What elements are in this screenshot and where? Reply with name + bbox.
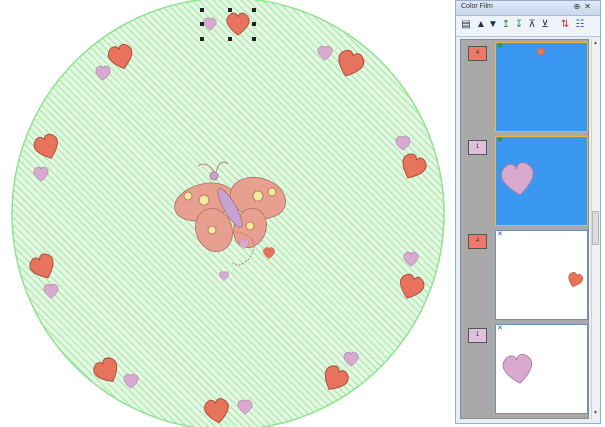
thread-color-swatch[interactable]: 4 (468, 234, 487, 249)
panel-window-buttons: ⊕✕ (574, 2, 595, 11)
film-scrollbar[interactable]: ▲ ▼ (591, 39, 599, 419)
frame-thumbnail[interactable]: ✱ (495, 42, 588, 132)
thread-color-swatch[interactable]: 4 (468, 46, 487, 61)
film-options-icon[interactable]: ▤ (460, 19, 472, 31)
hidden-icon[interactable]: ✕ (497, 231, 503, 238)
color-film-toolbar: ▤ ▲ ▼ ↥ ↧ ⊼ ⊻ ⇅ ☷ (456, 16, 600, 37)
move-down-icon[interactable]: ▼ (487, 19, 499, 31)
frame-thumbnail[interactable]: ✱ (495, 136, 588, 226)
thread-color-swatch[interactable]: 1 (468, 140, 487, 155)
visible-icon[interactable]: ✱ (497, 43, 503, 50)
move-to-bottom-icon[interactable]: ↧ (513, 19, 525, 31)
design-canvas[interactable] (0, 0, 450, 427)
panel-title-bar[interactable]: Color Film ⊕✕ (456, 1, 600, 16)
sort-colors-icon[interactable]: ⇅ (559, 19, 571, 31)
move-last-icon[interactable]: ⊻ (539, 19, 551, 31)
thread-color-swatch[interactable]: 1 (468, 328, 487, 343)
visible-icon[interactable]: ✱ (497, 137, 503, 144)
scroll-up-icon[interactable]: ▲ (592, 40, 599, 48)
film-frame[interactable]: 4 ✱ (461, 42, 588, 132)
panel-title: Color Film (461, 3, 493, 10)
close-icon[interactable]: ✕ (584, 2, 595, 11)
move-up-icon[interactable]: ▲ (475, 19, 487, 31)
color-film-strip[interactable]: 4 ✱ 1 ✱ 4 ✕ 1 ✕ (460, 39, 589, 419)
scroll-down-icon[interactable]: ▼ (592, 410, 599, 418)
hidden-icon[interactable]: ✕ (497, 325, 503, 332)
pin-icon[interactable]: ⊕ (574, 2, 585, 11)
film-frame[interactable]: 1 ✱ (461, 136, 588, 226)
frame-thumbnail[interactable]: ✕ (495, 324, 588, 414)
color-film-panel: Color Film ⊕✕ ▤ ▲ ▼ ↥ ↧ ⊼ ⊻ ⇅ ☷ 4 ✱ 1 ✱ 4 ✕ 1 ✕… (455, 0, 601, 424)
film-frame[interactable]: 4 ✕ (461, 230, 588, 320)
move-first-icon[interactable]: ⊼ (526, 19, 538, 31)
panel-menu-icon[interactable]: ☷ (574, 19, 586, 31)
move-to-top-icon[interactable]: ↥ (500, 19, 512, 31)
frame-thumbnail[interactable]: ✕ (495, 230, 588, 320)
scroll-thumb[interactable] (592, 211, 599, 245)
film-frame[interactable]: 1 ✕ (461, 324, 588, 414)
design-svg[interactable] (0, 0, 450, 427)
